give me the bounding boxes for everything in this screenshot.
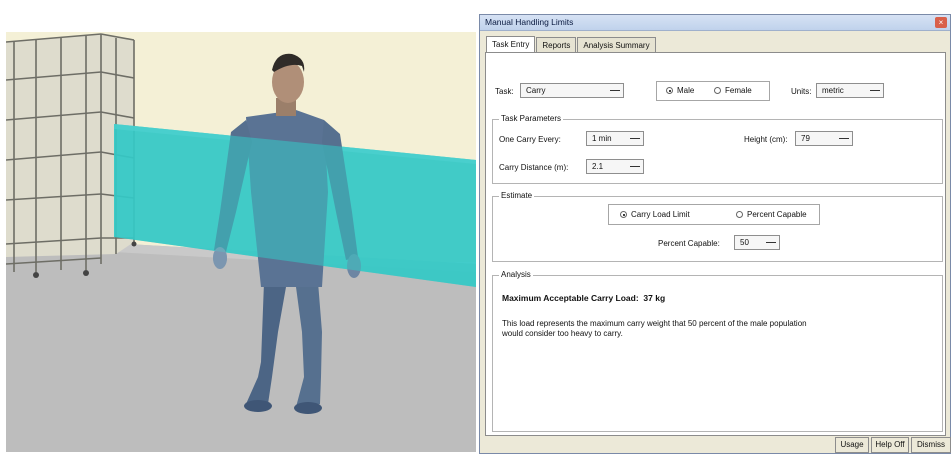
analysis-heading: Maximum Acceptable Carry Load: 37 kg — [502, 293, 665, 303]
task-label: Task: — [495, 87, 514, 96]
percent-capable-radio[interactable]: Percent Capable — [736, 210, 807, 220]
male-label: Male — [677, 86, 695, 95]
tab-task-entry[interactable]: Task Entry — [486, 36, 536, 53]
task-parameters-group: Task Parameters — [492, 114, 943, 184]
3d-scene-viewport[interactable] — [6, 32, 476, 452]
window-title: Manual Handling Limits — [485, 17, 574, 27]
help-off-button[interactable]: Help Off — [871, 437, 909, 453]
analysis-legend: Analysis — [499, 270, 533, 279]
percent-capable-label: Percent Capable — [747, 210, 807, 219]
title-bar[interactable]: Manual Handling Limits × — [480, 15, 950, 31]
analysis-text-line-2: would consider too heavy to carry. — [502, 329, 623, 338]
carry-load-limit-label: Carry Load Limit — [631, 210, 690, 219]
carry-distance-label: Carry Distance (m): — [499, 163, 569, 172]
units-dropdown[interactable]: metric — [816, 83, 884, 98]
dropdown-arrow-icon — [766, 242, 776, 243]
task-entry-page: Task: Carry Male Female Units: metric Ta… — [485, 52, 946, 436]
units-label: Units: — [791, 87, 812, 96]
percent-capable-input-label: Percent Capable: — [658, 239, 720, 248]
percent-capable-value: 50 — [740, 238, 749, 247]
radio-icon — [736, 211, 743, 218]
percent-capable-dropdown[interactable]: 50 — [734, 235, 780, 250]
tab-label: Reports — [542, 41, 571, 50]
dismiss-button[interactable]: Dismiss — [911, 437, 951, 453]
carry-every-dropdown[interactable]: 1 min — [586, 131, 644, 146]
height-value: 79 — [801, 134, 810, 143]
dropdown-arrow-icon — [630, 138, 640, 139]
carry-distance-dropdown[interactable]: 2.1 — [586, 159, 644, 174]
female-radio[interactable]: Female — [714, 86, 752, 96]
radio-icon — [620, 211, 627, 218]
task-value: Carry — [526, 86, 546, 95]
tab-label: Analysis Summary — [583, 41, 650, 50]
height-dropdown[interactable]: 79 — [795, 131, 853, 146]
analysis-text-line-1: This load represents the maximum carry w… — [502, 319, 807, 328]
tab-reports[interactable]: Reports — [536, 37, 577, 53]
max-carry-load-label: Maximum Acceptable Carry Load: — [502, 293, 639, 303]
estimate-legend: Estimate — [499, 191, 535, 200]
tab-label: Task Entry — [492, 40, 530, 49]
radio-icon — [714, 87, 721, 94]
dropdown-arrow-icon — [610, 90, 620, 91]
units-value: metric — [822, 86, 844, 95]
max-carry-load-value: 37 kg — [643, 293, 666, 303]
dropdown-arrow-icon — [870, 90, 880, 91]
radio-icon — [666, 87, 673, 94]
dropdown-arrow-icon — [630, 166, 640, 167]
manual-handling-limits-window: Manual Handling Limits × Task Entry Repo… — [479, 14, 951, 454]
male-radio[interactable]: Male — [666, 86, 694, 96]
carry-every-label: One Carry Every: — [499, 135, 561, 144]
close-icon[interactable]: × — [935, 17, 947, 28]
dropdown-arrow-icon — [839, 138, 849, 139]
tab-analysis-summary[interactable]: Analysis Summary — [577, 37, 656, 53]
height-label: Height (cm): — [744, 135, 788, 144]
carry-every-value: 1 min — [592, 134, 612, 143]
usage-button[interactable]: Usage — [835, 437, 869, 453]
tab-strip: Task Entry Reports Analysis Summary — [486, 36, 657, 53]
carry-load-limit-radio[interactable]: Carry Load Limit — [620, 210, 690, 220]
task-dropdown[interactable]: Carry — [520, 83, 624, 98]
female-label: Female — [725, 86, 752, 95]
task-parameters-legend: Task Parameters — [499, 114, 564, 123]
carry-distance-value: 2.1 — [592, 162, 604, 171]
